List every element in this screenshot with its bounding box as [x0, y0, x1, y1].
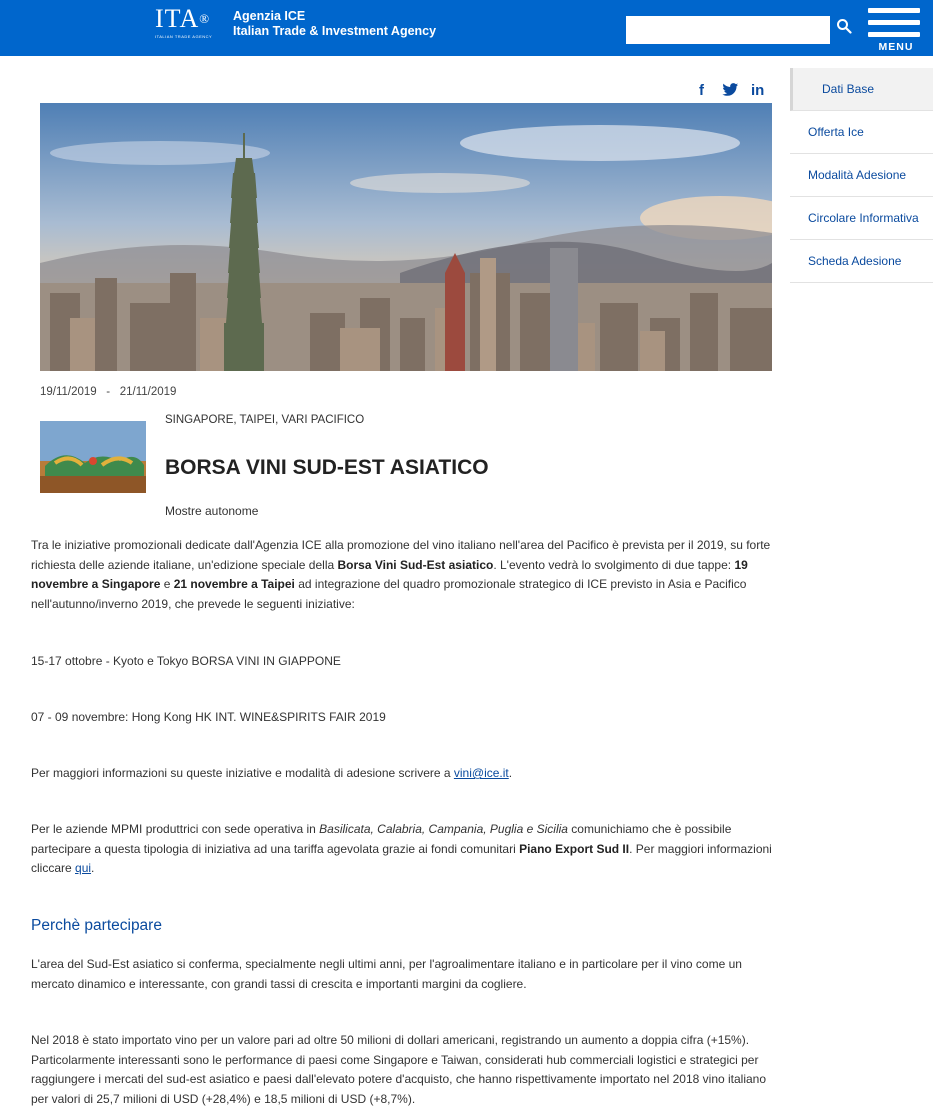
event-title: BORSA VINI SUD-EST ASIATICO: [165, 456, 489, 479]
date-end: 21/11/2019: [119, 386, 177, 398]
sidebar-item-dati-base[interactable]: Dati Base: [790, 68, 933, 111]
sidebar-navigation: Dati Base Offerta Ice Modalità Adesione …: [790, 68, 933, 283]
date-start: 19/11/2019: [40, 386, 97, 398]
logo-subtitle: ITALIAN TRADE AGENCY: [155, 34, 213, 39]
skyline-illustration: [40, 103, 772, 371]
more-info-link[interactable]: qui: [75, 861, 91, 875]
event-location: SINGAPORE, TAIPEI, VARI PACIFICO: [165, 414, 365, 426]
menu-label: MENU: [878, 41, 914, 53]
mpmi-fund-name: Piano Export Sud II: [519, 841, 630, 856]
top-navigation-bar: ITA® ITALIAN TRADE AGENCY Agenzia ICE It…: [0, 0, 933, 56]
email-link[interactable]: vini@ice.it: [454, 766, 509, 780]
dragon-temple-thumbnail: [40, 421, 146, 493]
ita-logo[interactable]: ITA® ITALIAN TRADE AGENCY: [155, 4, 213, 40]
twitter-share-icon[interactable]: [722, 83, 739, 97]
contact-paragraph: Per maggiori informazioni su queste iniz…: [31, 764, 781, 784]
agency-name: Agenzia ICE Italian Trade & Investment A…: [233, 9, 436, 39]
hamburger-bar: [868, 32, 920, 37]
intro-paragraph: Tra le iniziative promozionali dedicate …: [31, 536, 781, 614]
event-dates: 19/11/2019 - 21/11/2019: [40, 386, 176, 398]
intro-date-taipei: 21 novembre a Taipei: [173, 577, 295, 591]
contact-text: .: [508, 766, 513, 780]
date-separator: -: [106, 386, 111, 398]
sidebar-item-scheda-adesione[interactable]: Scheda Adesione: [790, 240, 933, 283]
import-stats-paragraph: Nel 2018 è stato importato vino per un v…: [31, 1033, 767, 1106]
registered-mark: ®: [199, 11, 211, 26]
hamburger-icon: [868, 8, 920, 13]
logo-text: ITA: [155, 4, 200, 33]
event-thumbnail: [40, 421, 146, 493]
search-input[interactable]: [626, 16, 830, 44]
search-icon[interactable]: [836, 18, 852, 34]
hamburger-bar: [868, 20, 920, 25]
intro-text: e: [160, 577, 174, 591]
market-paragraph: L'area del Sud-Est asiatico si conferma,…: [31, 957, 742, 991]
sidebar-item-circolare-informativa[interactable]: Circolare Informativa: [790, 197, 933, 240]
initiative-japan: 15-17 ottobre - Kyoto e Tokyo BORSA VINI…: [31, 654, 341, 668]
mpmi-regions: Basilicata, Calabria, Campania, Puglia e…: [319, 822, 568, 836]
initiative-hong-kong: 07 - 09 novembre: Hong Kong HK INT. WINE…: [31, 710, 386, 724]
contact-text: Per maggiori informazioni su queste iniz…: [31, 766, 454, 780]
sidebar-item-offerta-ice[interactable]: Offerta Ice: [790, 111, 933, 154]
hero-image-taipei-skyline: [40, 103, 772, 371]
sidebar-item-modalita-adesione[interactable]: Modalità Adesione: [790, 154, 933, 197]
linkedin-share-icon[interactable]: in: [751, 82, 764, 99]
event-category: Mostre autonome: [165, 504, 259, 518]
facebook-share-icon[interactable]: f: [699, 82, 704, 99]
agency-name-line2: Italian Trade & Investment Agency: [233, 24, 437, 38]
mpmi-text: Per le aziende MPMI produttrici con sede…: [31, 822, 320, 836]
agency-name-line1: Agenzia ICE: [233, 9, 306, 23]
mpmi-text: .: [91, 861, 95, 875]
mpmi-paragraph: Per le aziende MPMI produttrici con sede…: [31, 820, 781, 879]
intro-text: . L'evento vedrà lo svolgimento di due t…: [493, 557, 735, 572]
menu-button[interactable]: MENU: [868, 8, 924, 54]
section-title-why-participate: Perchè partecipare: [31, 917, 162, 934]
intro-event-name: Borsa Vini Sud-Est asiatico: [337, 557, 494, 572]
